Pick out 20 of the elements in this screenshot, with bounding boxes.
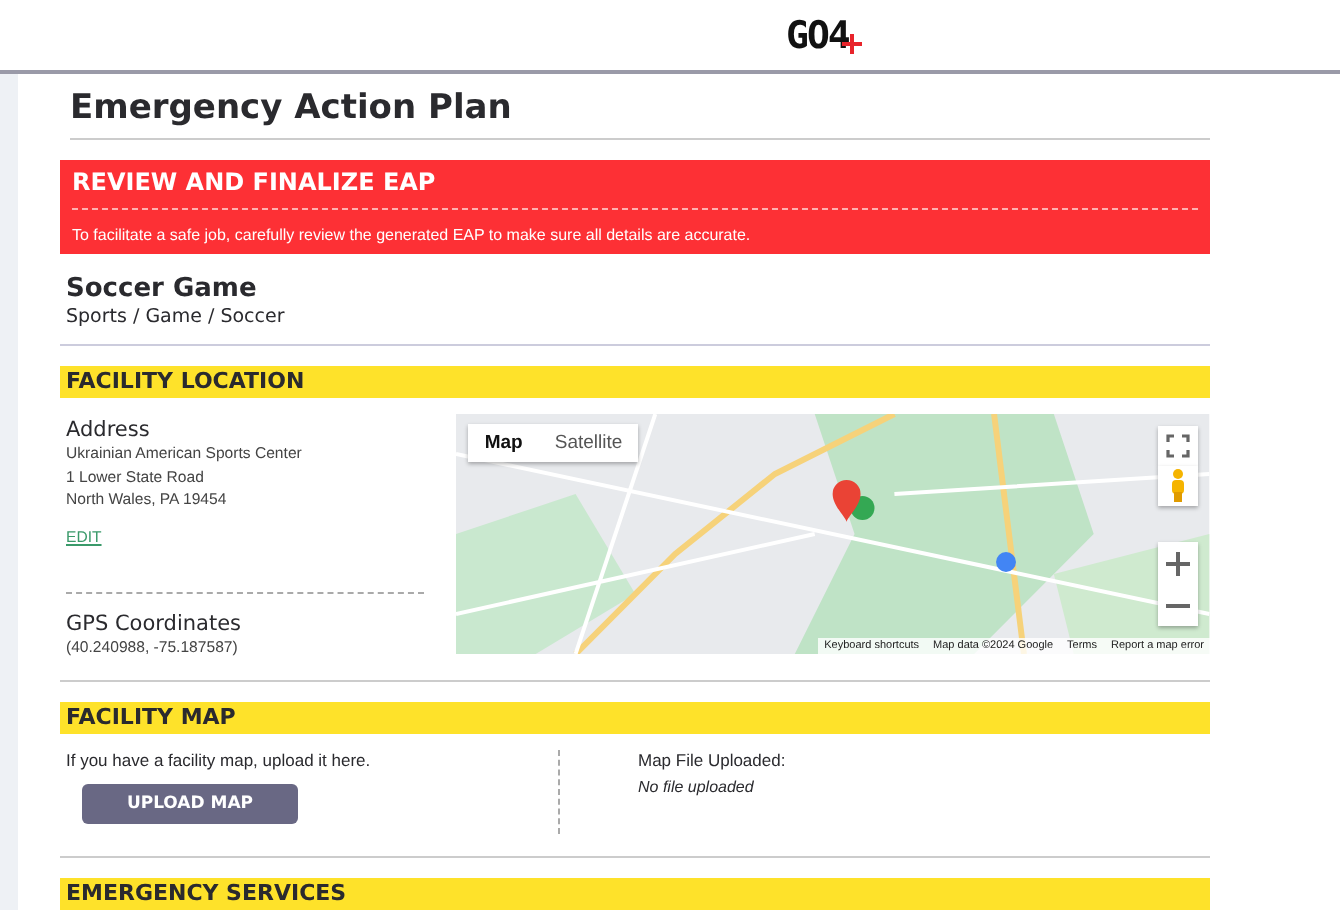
alert-title: REVIEW AND FINALIZE EAP xyxy=(72,168,1198,210)
uploaded-label: Map File Uploaded: xyxy=(638,750,786,770)
zoom-out-icon[interactable] xyxy=(1158,584,1198,626)
section-heading: FACILITY MAP xyxy=(60,702,1210,734)
alert-message: To facilitate a safe job, carefully review the generated EAP to make sure all details are accurate. xyxy=(72,226,753,244)
upload-hint: If you have a facility map, upload it here. xyxy=(66,750,373,770)
map-type-tab[interactable]: Satellite xyxy=(538,424,639,462)
section-heading: EMERGENCY SERVICES xyxy=(60,878,1210,910)
upload-map-button[interactable]: UPLOAD MAP xyxy=(82,784,298,824)
event-name: Soccer Game xyxy=(66,274,259,306)
uploaded-status: No file uploaded xyxy=(638,778,756,796)
zoom-in-icon[interactable] xyxy=(1158,542,1198,584)
section-heading: FACILITY LOCATION xyxy=(60,366,1210,398)
logo: GO4 xyxy=(786,15,849,55)
event-category: Sports / Game / Soccer xyxy=(66,306,287,328)
address-label: Address xyxy=(66,418,152,442)
gps-label: GPS Coordinates xyxy=(66,611,244,635)
page-title: Emergency Action Plan xyxy=(70,86,1210,140)
fullscreen-icon[interactable] xyxy=(1158,426,1198,466)
map-type-tab[interactable]: Map xyxy=(468,424,539,462)
